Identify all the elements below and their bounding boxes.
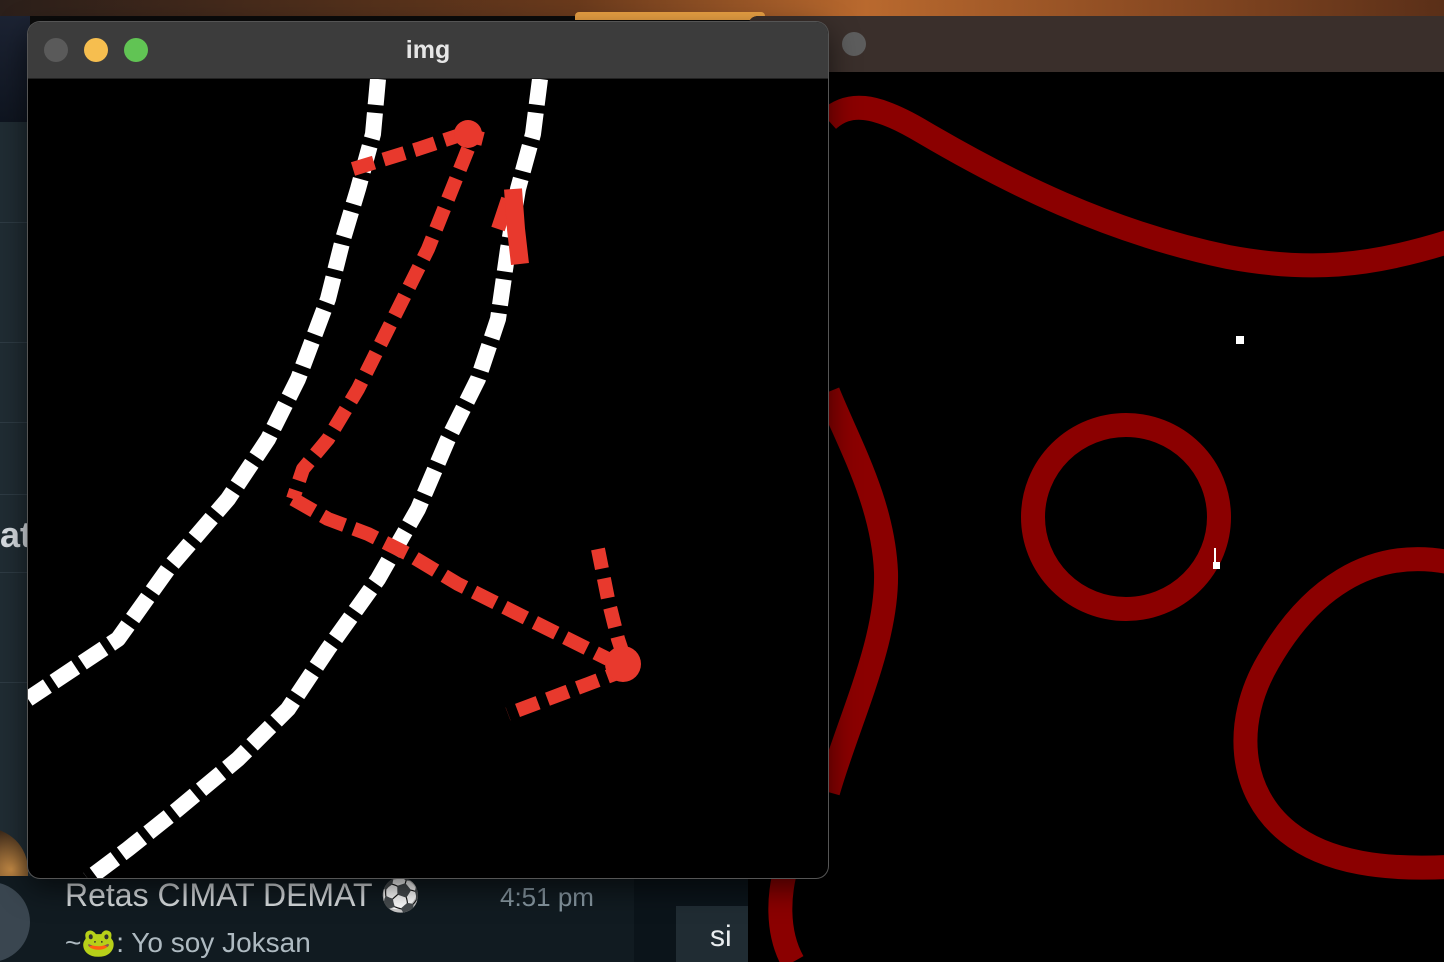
contour-left: [816, 387, 899, 796]
path-endpoint: [605, 646, 641, 682]
contour-circle: [1021, 413, 1231, 621]
chat-time: 4:51 pm: [500, 882, 594, 912]
edge-outer: [28, 79, 386, 706]
message-text: si: [710, 920, 732, 953]
contour-top: [819, 95, 1444, 278]
img-window-titlebar[interactable]: img: [28, 22, 828, 79]
canvas-window[interactable]: [748, 16, 1444, 962]
marker-point: [1236, 336, 1244, 344]
canvas-window-titlebar[interactable]: [748, 16, 1444, 72]
contour-canvas[interactable]: [748, 72, 1444, 962]
chat-last-message: ~🐸: Yo soy Joksan: [65, 927, 311, 958]
window-title: img: [405, 36, 451, 64]
avatar: [0, 882, 30, 962]
edge-inner: [83, 79, 548, 878]
chat-name: Retas CIMAT DEMAT ⚽: [65, 877, 421, 913]
desktop-left-edge: [0, 16, 30, 122]
path-segment: [504, 188, 529, 266]
close-button[interactable]: [842, 32, 866, 56]
img-window[interactable]: img: [28, 22, 828, 878]
image-canvas[interactable]: [28, 79, 828, 878]
desktop-accent: [575, 12, 765, 20]
contour-right: [1233, 547, 1444, 880]
chat-list-item[interactable]: Retas CIMAT DEMAT ⚽ 4:51 pm ~🐸: Yo soy J…: [0, 876, 760, 962]
marker-line: [1214, 548, 1216, 564]
path-endpoint: [454, 120, 482, 148]
